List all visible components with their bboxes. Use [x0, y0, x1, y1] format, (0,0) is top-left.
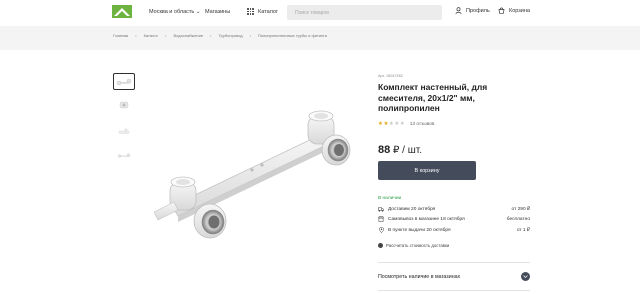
gallery-thumb-3[interactable] — [113, 122, 135, 139]
region-selector[interactable]: Москва и область ⌄ — [149, 9, 200, 15]
truck-icon — [378, 206, 384, 212]
top-header: Москва и область ⌄ Магазины Каталог Поис… — [0, 0, 640, 26]
stores-link[interactable]: Магазины — [205, 9, 230, 15]
star-filled-icon: ★ — [383, 121, 389, 127]
breadcrumb: Главная › Каталог › Водоснабжение › Труб… — [113, 33, 327, 38]
delivery-price: от 290 ₽ — [511, 206, 530, 212]
star-empty-icon: ★ — [388, 121, 394, 127]
breadcrumb-band — [0, 26, 640, 50]
region-label: Москва и область — [149, 9, 195, 15]
product-thumb-image — [119, 101, 129, 108]
cart-button[interactable]: Корзина — [498, 7, 530, 14]
pin-icon — [378, 227, 384, 233]
star-empty-icon: ★ — [399, 121, 405, 127]
gallery-thumb-4[interactable] — [113, 147, 135, 164]
product-title: Комплект настенный, для смесителя, 20х1/… — [378, 82, 488, 113]
product-price: 88 ₽ / шт. — [378, 144, 422, 156]
delivery-label: Самовывоз в магазине 18 октября — [388, 216, 465, 222]
star-empty-icon: ★ — [394, 121, 400, 127]
chevron-down-icon: ⌄ — [195, 9, 201, 15]
breadcrumb-separator: › — [165, 33, 167, 38]
delivery-label: Доставим 20 октября — [388, 206, 436, 212]
brand-logo[interactable] — [112, 5, 132, 18]
catalog-button[interactable]: Каталог — [247, 8, 278, 15]
stock-status: В наличии — [378, 196, 402, 201]
rating-stars: ★ ★ ★ ★ ★ — [378, 121, 405, 127]
price-unit: ₽ / шт. — [393, 145, 423, 156]
product-rating[interactable]: ★ ★ ★ ★ ★ 13 отзывов — [378, 121, 434, 127]
delivery-option-courier: Доставим 20 октября от 290 ₽ — [378, 206, 530, 212]
cart-icon — [498, 7, 505, 14]
calc-delivery-link[interactable]: Рассчитать стоимость доставки — [378, 243, 449, 248]
divider — [378, 262, 530, 263]
breadcrumb-separator: › — [249, 33, 251, 38]
delivery-option-pickup-point: В пункте выдачи 20 октября от 1 ₽ — [378, 227, 530, 233]
breadcrumb-separator: › — [135, 33, 137, 38]
product-thumb-image — [118, 128, 130, 134]
grid-icon — [247, 8, 254, 15]
breadcrumb-item[interactable]: Полипропиленовые трубы и фитинги — [258, 33, 327, 38]
chevron-down-icon — [521, 272, 530, 281]
delivery-label: В пункте выдачи 20 октября — [388, 227, 451, 233]
catalog-label: Каталог — [258, 8, 278, 15]
product-thumb-image — [116, 78, 132, 85]
search-input[interactable]: Поиск товаров — [287, 5, 442, 20]
delivery-price: бесплатно — [506, 216, 530, 222]
profile-label: Профиль — [466, 7, 490, 14]
product-main-image[interactable] — [140, 96, 360, 256]
delivery-price: от 1 ₽ — [516, 227, 530, 233]
add-to-cart-button[interactable]: В корзину — [378, 161, 476, 180]
store-icon — [378, 216, 384, 222]
breadcrumb-item[interactable]: Трубопровод — [218, 33, 242, 38]
arrow-circle-icon — [378, 243, 383, 248]
breadcrumb-item[interactable]: Водоснабжение — [173, 33, 203, 38]
check-availability-label: Посмотреть наличие в магазинах — [378, 273, 461, 280]
product-sku: Арт. 15047452 — [378, 74, 403, 78]
product-thumb-image — [117, 152, 131, 158]
reviews-count[interactable]: 13 отзывов — [410, 122, 435, 127]
user-icon — [455, 7, 462, 14]
price-value: 88 — [378, 144, 391, 156]
gallery-thumb-2[interactable] — [113, 96, 135, 113]
breadcrumb-separator: › — [210, 33, 212, 38]
delivery-option-pickup-store: Самовывоз в магазине 18 октября бесплатн… — [378, 216, 530, 222]
gallery-thumb-1[interactable] — [113, 73, 135, 90]
calc-delivery-label: Рассчитать стоимость доставки — [386, 243, 450, 248]
breadcrumb-item[interactable]: Каталог — [144, 33, 159, 38]
breadcrumb-item[interactable]: Главная — [113, 33, 128, 38]
check-availability-row[interactable]: Посмотреть наличие в магазинах — [378, 272, 530, 281]
star-filled-icon: ★ — [378, 121, 383, 127]
profile-button[interactable]: Профиль — [455, 7, 490, 14]
divider — [378, 290, 530, 291]
cart-label: Корзина — [509, 7, 530, 14]
